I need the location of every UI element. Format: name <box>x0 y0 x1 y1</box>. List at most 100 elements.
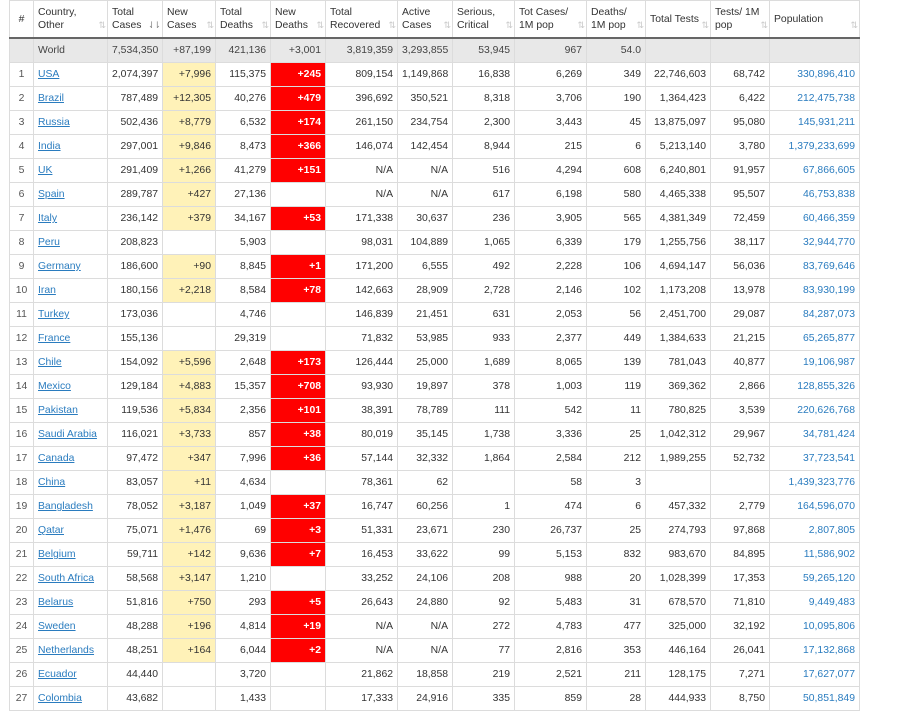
country-link[interactable]: Bangladesh <box>38 501 93 512</box>
country-link[interactable]: Chile <box>38 357 62 368</box>
column-header-country[interactable]: Country, Other ⇅ <box>33 0 108 39</box>
population-link[interactable]: 17,627,077 <box>803 669 855 680</box>
column-header-new-deaths[interactable]: New Deaths ⇅ <box>270 0 326 39</box>
country-link[interactable]: Spain <box>38 189 65 200</box>
sort-arrows-icon[interactable]: ⇅ <box>760 19 767 32</box>
table-row: 22 South Africa 58,568 +3,147 1,210 33,252 24,… <box>9 566 860 591</box>
cell-country: Saudi Arabia <box>33 422 108 447</box>
column-header-active-cases[interactable]: Active Cases ⇅ <box>397 0 453 39</box>
country-link[interactable]: Ecuador <box>38 669 77 680</box>
country-link[interactable]: Italy <box>38 213 57 224</box>
cell-cases-per-m: 859 <box>514 686 587 711</box>
column-header-label: Total Cases <box>112 7 142 31</box>
cell-cases-per-m: 3,905 <box>514 206 587 231</box>
population-link[interactable]: 2,807,805 <box>809 525 855 536</box>
sort-arrows-icon[interactable]: ⇅ <box>261 19 268 32</box>
population-link[interactable]: 11,586,902 <box>804 549 855 560</box>
population-link[interactable]: 37,723,541 <box>803 453 855 464</box>
column-header-cases-per-m[interactable]: Tot Cases/ 1M pop ⇅ <box>514 0 587 39</box>
population-link[interactable]: 9,449,483 <box>809 597 855 608</box>
population-link[interactable]: 83,769,646 <box>803 261 855 272</box>
cell-new-deaths: +2 <box>270 638 326 663</box>
country-link[interactable]: Germany <box>38 261 81 272</box>
population-link[interactable]: 19,106,987 <box>803 357 855 368</box>
population-link[interactable]: 67,866,605 <box>803 165 855 176</box>
population-link[interactable]: 212,475,738 <box>797 93 855 104</box>
sort-arrows-icon[interactable]: ⇅ <box>316 19 323 32</box>
cell-total-recovered: 261,150 <box>325 110 398 135</box>
column-header-label: New Cases <box>167 7 197 31</box>
population-link[interactable]: 59,265,120 <box>803 573 855 584</box>
population-link[interactable]: 128,855,326 <box>797 381 855 392</box>
country-link[interactable]: Iran <box>38 285 56 296</box>
country-link[interactable]: Mexico <box>38 381 71 392</box>
country-link[interactable]: Canada <box>38 453 74 464</box>
country-link[interactable]: Belarus <box>38 597 73 608</box>
population-link[interactable]: 10,095,806 <box>803 621 855 632</box>
column-header-total-deaths[interactable]: Total Deaths ⇅ <box>215 0 271 39</box>
population-link[interactable]: 34,781,424 <box>803 429 855 440</box>
population-link[interactable]: 1,439,323,776 <box>789 477 855 488</box>
population-link[interactable]: 145,931,211 <box>798 117 855 128</box>
country-link[interactable]: Qatar <box>38 525 64 536</box>
cell-population: 65,265,877 <box>769 326 860 351</box>
column-header-serious[interactable]: Serious, Critical ⇅ <box>452 0 515 39</box>
population-link[interactable]: 60,466,359 <box>803 213 855 224</box>
population-link[interactable]: 46,753,838 <box>803 189 855 200</box>
population-link[interactable]: 17,132,868 <box>803 645 855 656</box>
sort-arrows-icon[interactable]: ⇅ <box>701 19 708 32</box>
country-link[interactable]: Turkey <box>38 309 69 320</box>
cell-new-deaths <box>270 686 326 711</box>
country-link[interactable]: Saudi Arabia <box>38 429 97 440</box>
country-link[interactable]: Brazil <box>38 93 64 104</box>
sort-arrows-icon[interactable]: ⇅ <box>505 19 512 32</box>
population-link[interactable]: 84,287,073 <box>803 309 855 320</box>
column-header-total-cases[interactable]: Total Cases ⇃⇂ <box>107 0 163 39</box>
sort-arrows-icon[interactable]: ⇅ <box>443 19 450 32</box>
sort-arrows-icon[interactable]: ⇅ <box>850 19 857 32</box>
cell-total-recovered: 80,019 <box>325 422 398 447</box>
sort-arrows-icon[interactable]: ⇅ <box>388 19 395 32</box>
sort-arrows-icon[interactable]: ⇃⇂ <box>148 19 161 32</box>
column-header-tests-per-m[interactable]: Tests/ 1M pop ⇅ <box>710 0 770 39</box>
country-link[interactable]: Belgium <box>38 549 76 560</box>
country-link[interactable]: France <box>38 333 70 344</box>
sort-arrows-icon[interactable]: ⇅ <box>636 19 643 32</box>
country-link[interactable]: India <box>38 141 61 152</box>
cell-new-cases: +5,834 <box>162 398 216 423</box>
population-link[interactable]: 65,265,877 <box>803 333 855 344</box>
cell-tests-per-m: 2,866 <box>710 374 770 399</box>
sort-arrows-icon[interactable]: ⇅ <box>577 19 584 32</box>
cell-total-tests: 2,451,700 <box>645 302 711 327</box>
population-link[interactable]: 32,944,770 <box>803 237 855 248</box>
column-header-deaths-per-m[interactable]: Deaths/ 1M pop ⇅ <box>586 0 646 39</box>
column-header-population[interactable]: Population ⇅ <box>769 0 860 39</box>
sort-arrows-icon[interactable]: ⇅ <box>206 19 213 32</box>
cell-idx: 4 <box>9 134 34 159</box>
country-link[interactable]: China <box>38 477 65 488</box>
country-link[interactable]: USA <box>38 69 59 80</box>
country-link[interactable]: Netherlands <box>38 645 94 656</box>
population-link[interactable]: 50,851,849 <box>803 693 855 704</box>
population-link[interactable]: 83,930,199 <box>803 285 855 296</box>
cell-total-deaths: 7,996 <box>215 446 271 471</box>
population-link[interactable]: 164,596,070 <box>797 501 855 512</box>
population-link[interactable]: 330,896,410 <box>797 69 855 80</box>
country-link[interactable]: UK <box>38 165 52 176</box>
column-header-total-recovered[interactable]: Total Recovered ⇅ <box>325 0 398 39</box>
country-link[interactable]: Russia <box>38 117 70 128</box>
cell-cases-per-m: 474 <box>514 494 587 519</box>
country-link[interactable]: Colombia <box>38 693 82 704</box>
country-link[interactable]: South Africa <box>38 573 94 584</box>
column-header-total-tests[interactable]: Total Tests ⇅ <box>645 0 711 39</box>
country-link[interactable]: Sweden <box>38 621 76 632</box>
column-header-new-cases[interactable]: New Cases ⇅ <box>162 0 216 39</box>
country-link[interactable]: Peru <box>38 237 60 248</box>
population-link[interactable]: 1,379,233,699 <box>789 141 855 152</box>
population-link[interactable]: 220,626,768 <box>797 405 855 416</box>
cell-total-cases: 43,682 <box>107 686 163 711</box>
sort-arrows-icon[interactable]: ⇅ <box>98 19 105 32</box>
country-link[interactable]: Pakistan <box>38 405 78 416</box>
cell-population: 83,769,646 <box>769 254 860 279</box>
column-header-idx[interactable]: # <box>9 0 34 39</box>
